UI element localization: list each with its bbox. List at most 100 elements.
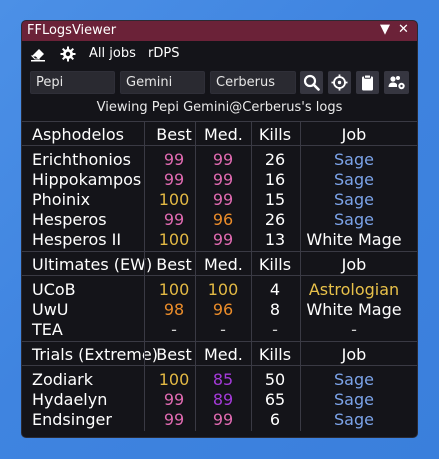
median-percentile: 96 (212, 210, 234, 229)
search-button[interactable] (300, 71, 323, 94)
header-best: Best (156, 125, 192, 144)
column-separator (195, 342, 196, 431)
header-separator (22, 275, 417, 276)
best-percentile: 99 (163, 410, 185, 429)
job-name: Sage (334, 170, 374, 189)
header-kills: Kills (258, 125, 292, 144)
header-job: Job (341, 345, 367, 364)
column-separator (300, 342, 301, 431)
best-percentile: 98 (163, 300, 185, 319)
median-percentile: 99 (212, 190, 234, 209)
median-percentile: 99 (212, 150, 234, 169)
column-separator (144, 122, 145, 251)
encounter-name: Hesperos II (32, 230, 122, 249)
header-median: Med. (204, 255, 243, 274)
collapse-icon[interactable]: ▼ (380, 22, 390, 37)
last-name-input[interactable]: Gemini (120, 71, 205, 94)
world-input[interactable]: Cerberus (210, 71, 296, 94)
gear-icon[interactable] (60, 46, 76, 62)
column-separator (251, 122, 252, 251)
window-title: FFLogsViewer (27, 23, 117, 38)
clipboard-button[interactable] (356, 71, 379, 94)
column-separator (144, 342, 145, 431)
median-percentile: 89 (212, 390, 234, 409)
kill-count: 50 (264, 370, 286, 389)
kill-count: 26 (264, 150, 286, 169)
job-name: Sage (334, 150, 374, 169)
clipboard-icon (362, 74, 373, 91)
job-name: Sage (334, 390, 374, 409)
column-separator (251, 342, 252, 431)
kill-count: 8 (269, 300, 281, 319)
job-name: Sage (334, 190, 374, 209)
eraser-icon[interactable] (30, 46, 46, 62)
header-median: Med. (204, 125, 243, 144)
best-percentile: 99 (163, 170, 185, 189)
header-best: Best (156, 255, 192, 274)
column-separator (195, 122, 196, 251)
job-name: - (351, 320, 357, 339)
header-job: Job (341, 255, 367, 274)
kill-count: 65 (264, 390, 286, 409)
close-icon[interactable]: ✕ (398, 22, 409, 37)
party-button[interactable] (384, 71, 409, 94)
header-median: Med. (204, 345, 243, 364)
header-job: Job (341, 125, 367, 144)
section-title: Asphodelos (32, 125, 124, 144)
search-icon (303, 74, 320, 91)
kill-count: 6 (269, 410, 281, 429)
job-name: Astrologian (308, 280, 400, 299)
encounter-name: Erichthonios (32, 150, 131, 169)
job-name: White Mage (306, 300, 402, 319)
metric-toggle[interactable]: rDPS (148, 46, 179, 61)
encounter-name: Endsinger (32, 410, 112, 429)
column-separator (144, 252, 145, 341)
column-separator (300, 122, 301, 251)
median-percentile: - (220, 320, 226, 339)
encounter-name: UCoB (32, 280, 76, 299)
section-separator (22, 121, 417, 122)
median-percentile: 99 (212, 170, 234, 189)
section-title: Trials (Extreme) (32, 345, 158, 364)
median-percentile: 96 (212, 300, 234, 319)
best-percentile: 99 (163, 150, 185, 169)
title-bar[interactable]: FFLogsViewer ▼ ✕ (22, 21, 417, 41)
best-percentile: 99 (163, 210, 185, 229)
job-name: Sage (334, 410, 374, 429)
encounter-name: Zodiark (32, 370, 93, 389)
all-jobs-toggle[interactable]: All jobs (89, 46, 136, 61)
kill-count: 13 (264, 230, 286, 249)
fflogs-window: FFLogsViewer ▼ ✕ All jobs rDPS Pepi Gemi… (22, 21, 417, 437)
viewing-label: Viewing Pepi Gemini@Cerberus's logs (96, 100, 343, 115)
section-separator (22, 341, 417, 342)
kill-count: 4 (269, 280, 281, 299)
encounter-name: TEA (32, 320, 63, 339)
kill-count: 26 (264, 210, 286, 229)
section-separator (22, 251, 417, 252)
median-percentile: 85 (212, 370, 234, 389)
best-percentile: - (171, 320, 177, 339)
median-percentile: 100 (207, 280, 239, 299)
toolbar: All jobs rDPS (22, 43, 417, 65)
median-percentile: 99 (212, 410, 234, 429)
median-percentile: 99 (212, 230, 234, 249)
job-name: White Mage (306, 230, 402, 249)
encounter-name: UwU (32, 300, 69, 319)
crosshair-icon (331, 74, 348, 91)
target-button[interactable] (328, 71, 351, 94)
first-name-input[interactable]: Pepi (30, 71, 115, 94)
best-percentile: 100 (158, 190, 190, 209)
header-best: Best (156, 345, 192, 364)
kill-count: - (272, 320, 278, 339)
column-separator (195, 252, 196, 341)
best-percentile: 100 (158, 280, 190, 299)
job-name: Sage (334, 370, 374, 389)
best-percentile: 99 (163, 390, 185, 409)
header-kills: Kills (258, 255, 292, 274)
best-percentile: 100 (158, 370, 190, 389)
encounter-name: Hesperos (32, 210, 107, 229)
header-separator (22, 145, 417, 146)
best-percentile: 100 (158, 230, 190, 249)
job-name: Sage (334, 210, 374, 229)
section-title: Ultimates (EW) (32, 255, 153, 274)
